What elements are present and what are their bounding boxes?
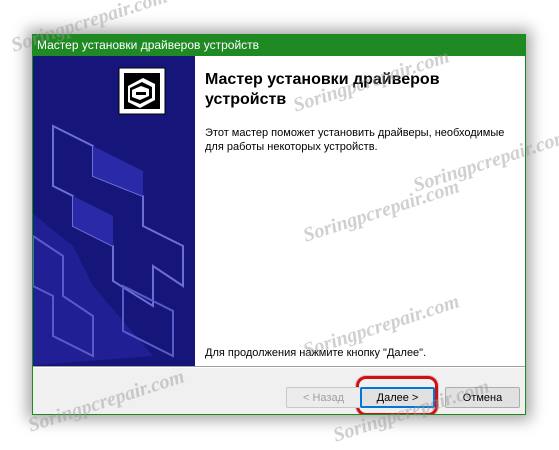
window-titlebar[interactable]: Мастер установки драйверов устройств (33, 35, 525, 56)
hardware-icon (118, 67, 166, 115)
wizard-side-banner (33, 56, 195, 366)
hardware-banner-graphic (33, 56, 195, 366)
back-button[interactable]: < Назад (286, 387, 361, 408)
wizard-window: Мастер установки драйверов устройств Мас… (32, 34, 526, 415)
cancel-button[interactable]: Отмена (445, 387, 520, 408)
continue-hint: Для продолжения нажмите кнопку "Далее". (205, 347, 427, 359)
next-button[interactable]: Далее > (360, 387, 435, 408)
wizard-description: Этот мастер поможет установить драйверы,… (205, 127, 505, 153)
wizard-heading: Мастер установки драйверов устройств (205, 71, 440, 108)
wizard-content: Мастер установки драйверов устройств Это… (195, 56, 525, 366)
wizard-footer: < Назад Далее > Отмена (33, 368, 525, 414)
window-title: Мастер установки драйверов устройств (37, 38, 260, 52)
